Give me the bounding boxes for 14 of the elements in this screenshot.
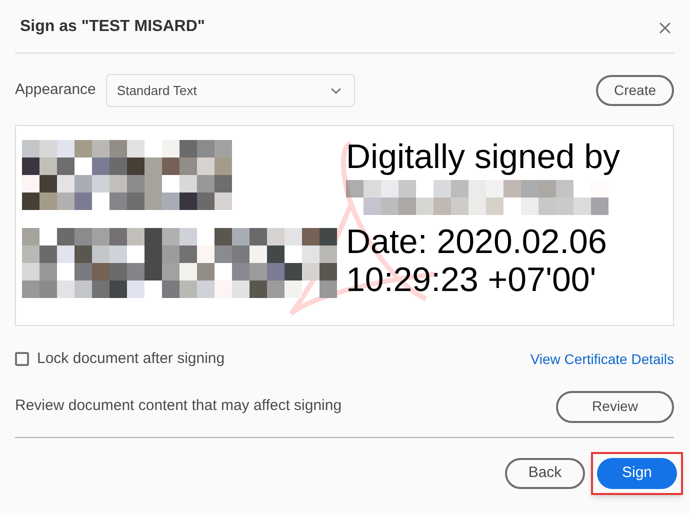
review-text: Review document content that may affect signing — [15, 396, 342, 416]
view-certificate-link[interactable]: View Certificate Details — [530, 348, 674, 370]
back-button[interactable]: Back — [505, 458, 585, 488]
date-text: 10:29:23 +07'00' — [346, 261, 598, 299]
dialog-title: Sign as "TEST MISARD" — [20, 17, 205, 37]
create-button[interactable]: Create — [596, 75, 674, 106]
date-text: Date: 2020.02.06 — [346, 223, 608, 261]
appearance-dropdown[interactable]: Standard Text — [106, 74, 355, 107]
sign-button[interactable]: Sign — [597, 458, 677, 488]
lock-label: Lock document after signing — [37, 349, 225, 369]
review-button[interactable]: Review — [556, 390, 674, 422]
appearance-label: Appearance — [15, 80, 96, 100]
lock-checkbox[interactable] — [15, 352, 29, 366]
signed-by-text: Digitally signed by — [346, 138, 620, 176]
